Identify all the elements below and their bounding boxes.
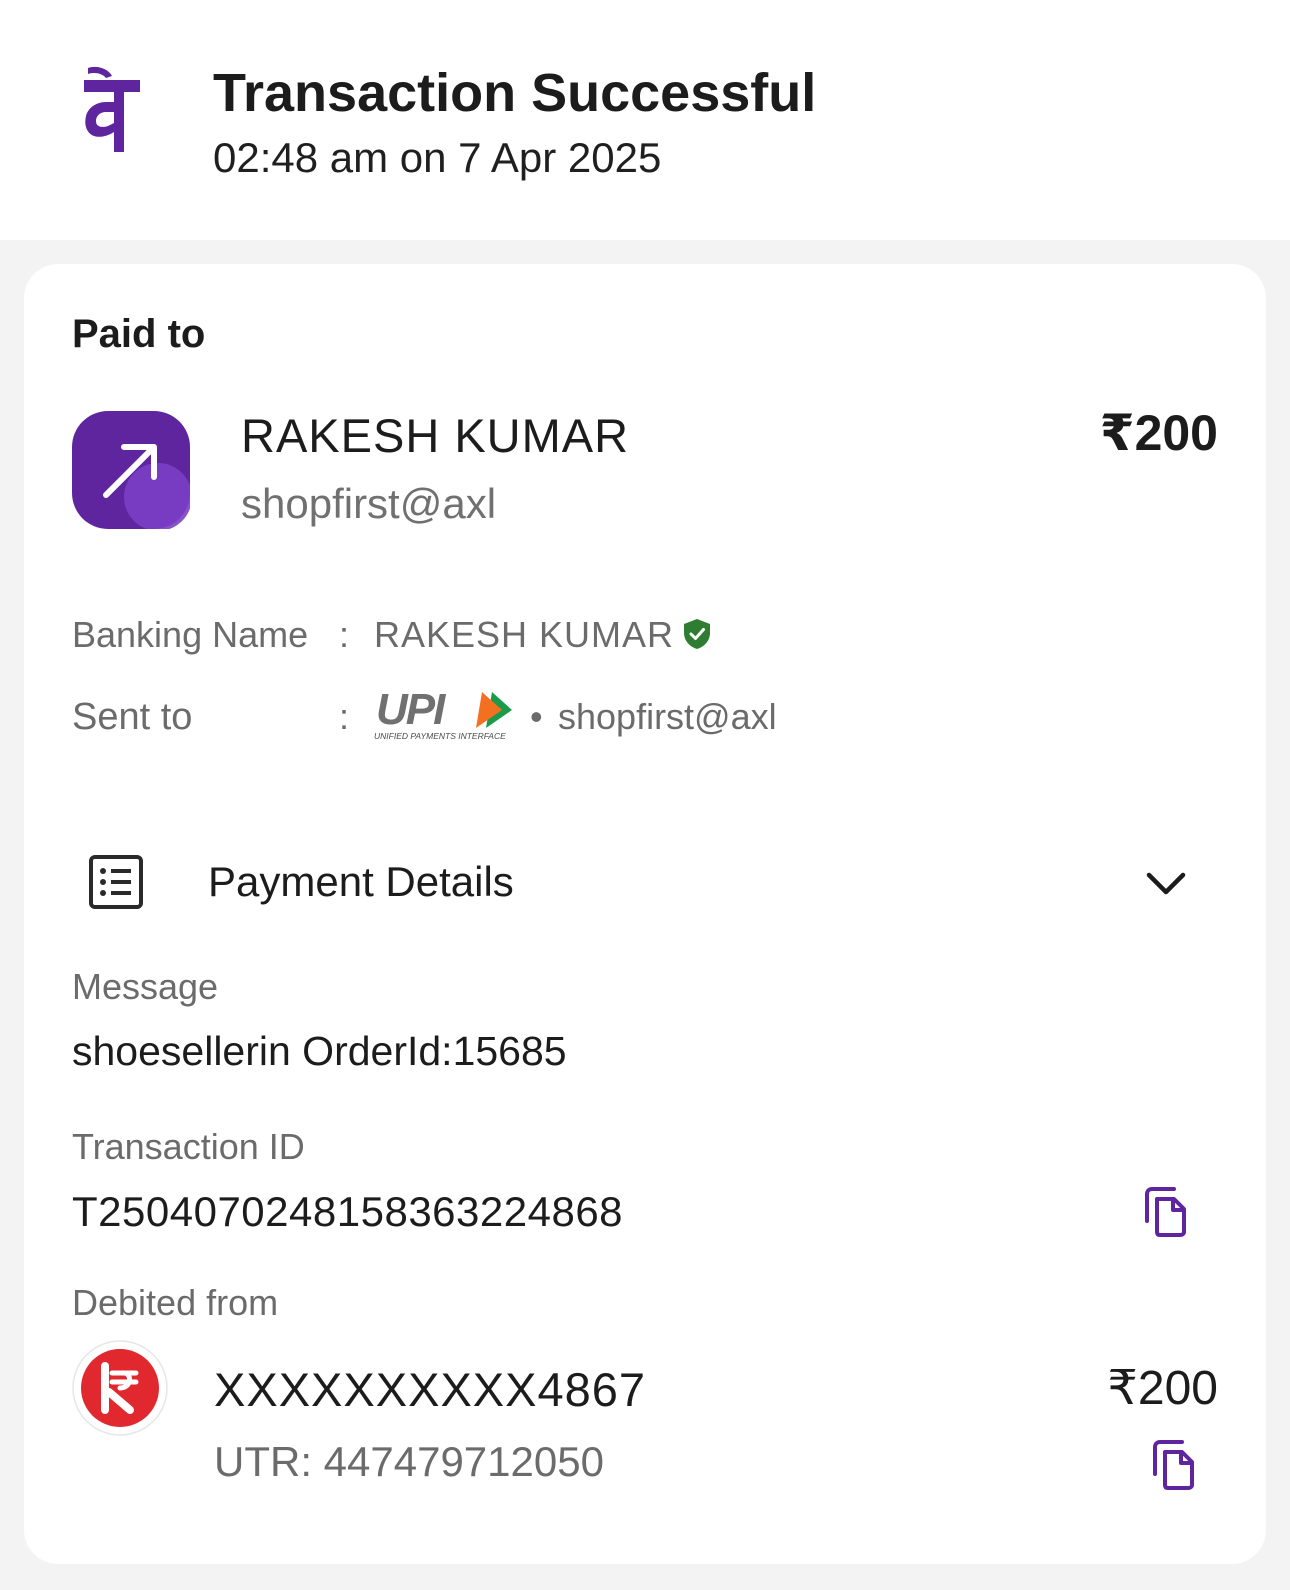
arrow-up-right-icon bbox=[72, 411, 190, 529]
sent-to-label: Sent to bbox=[72, 696, 193, 738]
debited-from-label: Debited from bbox=[72, 1282, 279, 1323]
receipt-list-icon[interactable] bbox=[88, 854, 144, 910]
kotak-bank-logo-icon bbox=[72, 1340, 168, 1436]
message-value: shoesellerin OrderId:15685 bbox=[72, 1028, 567, 1074]
upi-logo-icon: UPI UNIFIED PAYMENTS INTERFACE bbox=[374, 688, 512, 741]
transaction-card: Paid to RAKESH KUMAR shopfirst@axl ₹200 … bbox=[24, 264, 1266, 1564]
transaction-id-value: T2504070248158363224868 bbox=[72, 1188, 624, 1235]
payee-amount: ₹200 bbox=[1099, 405, 1218, 461]
header: Transaction Successful 02:48 am on 7 Apr… bbox=[0, 0, 1290, 240]
upi-logo-text: UPI bbox=[376, 688, 446, 734]
copy-transaction-id-icon[interactable] bbox=[1144, 1187, 1190, 1237]
paid-to-label: Paid to bbox=[72, 312, 206, 356]
transaction-datetime: 02:48 am on 7 Apr 2025 bbox=[213, 134, 662, 181]
utr-number: UTR: 447479712050 bbox=[214, 1438, 604, 1485]
payee-upi-id: shopfirst@axl bbox=[241, 480, 497, 527]
sent-to-upi-id: shopfirst@axl bbox=[558, 696, 777, 737]
page-title: Transaction Successful bbox=[213, 63, 817, 123]
banking-name-label: Banking Name bbox=[72, 614, 309, 655]
message-label: Message bbox=[72, 966, 219, 1007]
phonepe-logo-icon bbox=[84, 66, 140, 152]
copy-utr-icon[interactable] bbox=[1152, 1440, 1198, 1490]
transaction-id-label: Transaction ID bbox=[72, 1126, 305, 1167]
debited-amount: ₹200 bbox=[1107, 1362, 1218, 1415]
upi-logo-subtext: UNIFIED PAYMENTS INTERFACE bbox=[374, 731, 506, 741]
sent-to-bullet: • bbox=[530, 696, 543, 737]
verified-shield-icon bbox=[684, 619, 710, 649]
banking-name-separator: : bbox=[339, 614, 350, 655]
chevron-down-icon[interactable] bbox=[1144, 862, 1188, 906]
banking-name-value: RAKESH KUMAR bbox=[374, 614, 675, 655]
debited-account-number: XXXXXXXXXX4867 bbox=[214, 1363, 647, 1416]
payee-name: RAKESH KUMAR bbox=[241, 409, 630, 462]
sent-to-separator: : bbox=[339, 696, 350, 737]
payment-details-toggle[interactable]: Payment Details bbox=[208, 858, 514, 906]
